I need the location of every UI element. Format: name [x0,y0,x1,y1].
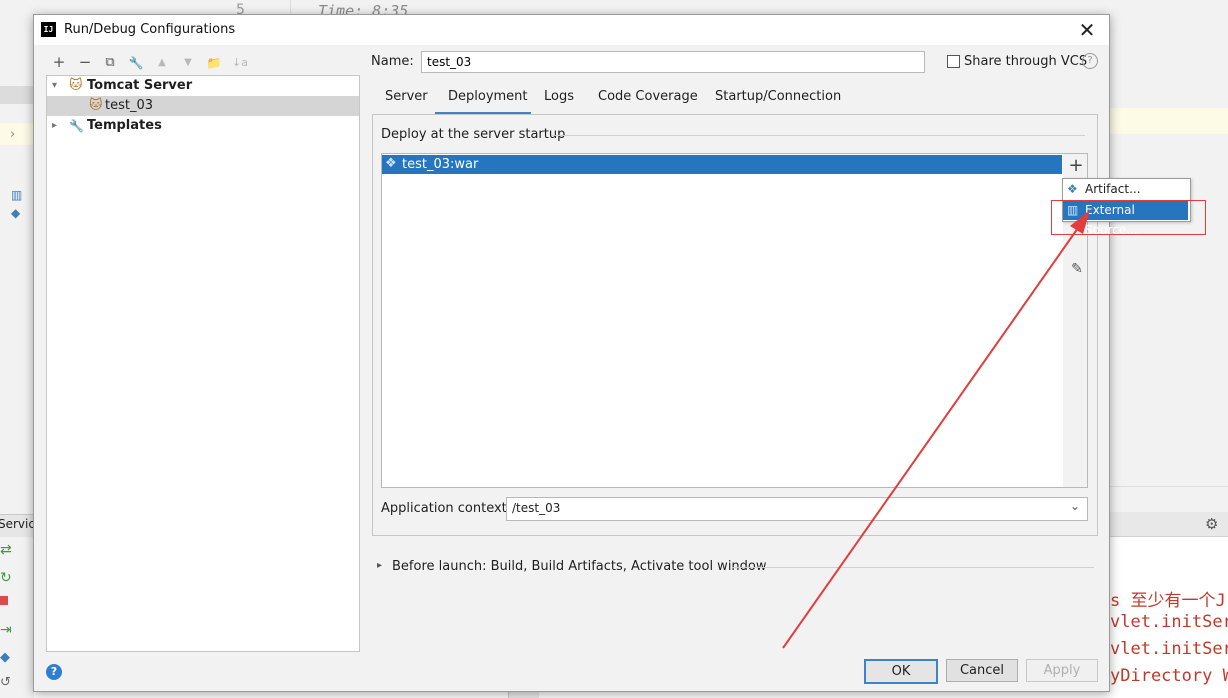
chevron-right-icon[interactable]: › [10,127,15,142]
menu-item-artifact[interactable]: ❖ Artifact... [1063,179,1188,199]
console-line: vlet.initSer [1110,612,1228,632]
tree-item-label: Tomcat Server [87,78,193,93]
artifact-label: test_03:war [402,157,479,172]
gear-icon[interactable]: ⚙ [1205,515,1218,533]
edit-icon[interactable]: ✎ [1068,261,1086,277]
tab-deployment[interactable]: Deployment [446,89,530,104]
deploy-icon[interactable]: ⇥ [0,622,12,638]
add-icon[interactable]: + [50,53,68,71]
ide-divider [1108,486,1228,487]
move-down-icon[interactable]: ▼ [179,57,197,68]
tree-item-tomcat-server[interactable]: ▾ 🐱 Tomcat Server [47,76,359,96]
annotation-highlight-box [1051,200,1206,235]
tree-item-templates[interactable]: ▸ 🔧 Templates [47,116,359,136]
remove-icon[interactable]: − [76,53,94,71]
wrench-icon[interactable]: 🔧 [127,56,145,70]
configuration-tree[interactable]: ▾ 🐱 Tomcat Server 🐱 test_03 ▸ 🔧 Template… [46,75,360,652]
wrench-icon: 🔧 [69,119,84,133]
tab-logs[interactable]: Logs [542,89,576,104]
intellij-logo-icon: IJ [41,22,56,37]
console-line: vlet.initSer [1110,639,1228,659]
app-context-value: /test_03 [512,501,561,515]
copy-icon[interactable]: ⧉ [101,55,119,70]
tree-item-label: test_03 [105,98,154,113]
add-artifact-button[interactable]: + [1067,155,1085,176]
close-button[interactable]: ✕ [1076,18,1098,42]
cancel-button[interactable]: Cancel [946,659,1018,682]
list-item[interactable] [382,155,1062,174]
apply-button[interactable]: Apply [1026,659,1098,682]
stop-icon[interactable] [0,596,8,605]
before-launch-label[interactable]: Before launch: Build, Build Artifacts, A… [392,559,767,574]
tab-server[interactable]: Server [383,89,430,104]
name-input[interactable] [421,51,925,73]
service-icon[interactable]: ◆ [11,206,20,220]
tomcat-icon: 🐱 [69,78,83,93]
ide-row-highlight [0,86,34,104]
deploy-section-header: Deploy at the server startup [381,127,566,142]
artifact-icon[interactable]: ◆ [0,650,10,665]
app-context-label: Application context: [381,501,512,516]
console-line: s 至少有一个J [1110,591,1226,611]
ide-row-highlight [0,123,34,145]
help-icon[interactable]: ? [46,664,62,680]
artifact-list[interactable] [381,153,1065,488]
ide-row-highlight [1108,108,1228,134]
tree-item-label: Templates [87,118,162,133]
artifact-icon: ❖ [385,156,397,171]
tab-startup-connection[interactable]: Startup/Connection [713,89,843,104]
chevron-down-icon[interactable]: ⌄ [1070,499,1080,513]
tree-item-test-03[interactable]: 🐱 test_03 [47,96,359,116]
chevron-right-icon[interactable]: ▸ [377,560,382,571]
ok-button[interactable]: OK [864,659,938,684]
tab-code-coverage[interactable]: Code Coverage [596,89,700,104]
app-context-combobox[interactable] [506,497,1088,521]
tomcat-icon: 🐱 [89,98,103,113]
folder-icon[interactable]: 📁 [205,56,223,70]
move-up-icon[interactable]: ▲ [153,57,171,68]
divider [732,567,1094,568]
console-line: yDirectory W [1110,666,1228,686]
run-debug-dialog: IJ Run/Debug Configurations ✕ + − ⧉ 🔧 ▲ … [33,14,1206,692]
rerun-icon[interactable]: ⇄ [0,542,12,558]
share-vcs-checkbox[interactable] [947,55,960,68]
bar-chart-icon[interactable]: ▥ [11,188,22,202]
refresh-icon[interactable]: ↺ [0,675,11,690]
title-bar: IJ Run/Debug Configurations ✕ [34,15,1109,45]
sort-icon[interactable]: ↓a [231,56,249,69]
dialog-title: Run/Debug Configurations [64,22,236,37]
menu-item-label: Artifact... [1085,182,1141,196]
share-vcs-label[interactable]: Share through VCS [964,54,1087,69]
divider [552,135,1085,136]
chevron-right-icon[interactable]: ▸ [52,116,57,136]
help-icon[interactable]: ? [1082,53,1098,69]
name-label: Name: [371,54,414,69]
chevron-down-icon[interactable]: ▾ [52,76,57,96]
run-icon[interactable]: ↻ [0,570,12,586]
artifact-icon: ❖ [1067,182,1078,196]
